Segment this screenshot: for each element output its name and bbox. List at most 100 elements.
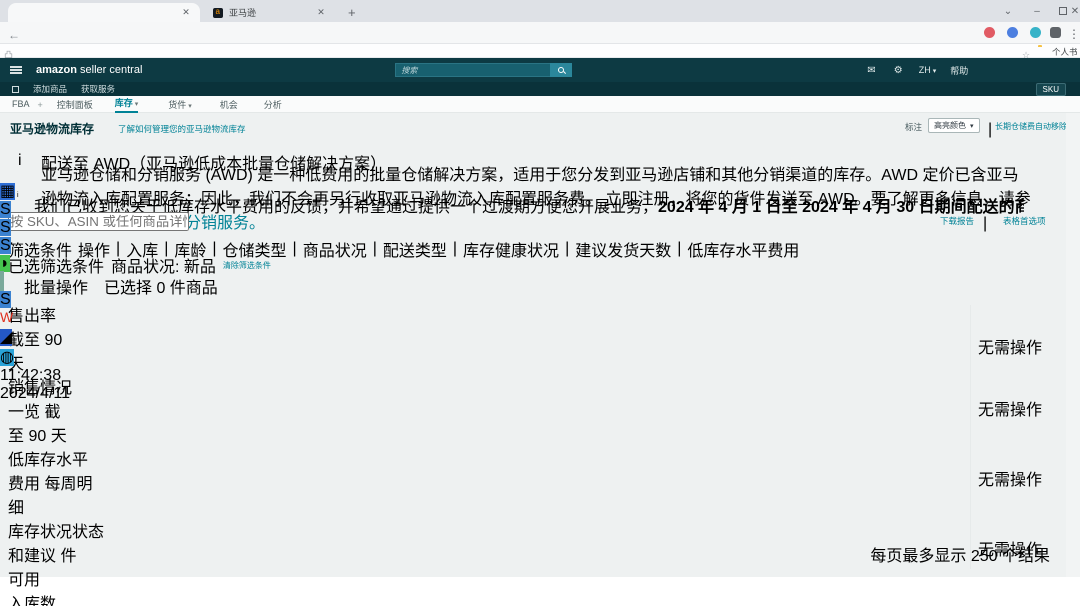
inventory-table: 批量操作 已选择 0 件商品 售出率 截至 90 天 销售情况一览 截至 90 … bbox=[8, 268, 1060, 570]
plus-icon bbox=[38, 95, 43, 113]
divider: | bbox=[293, 240, 297, 258]
pinned-app-remote[interactable]: ▦ bbox=[0, 181, 70, 201]
desktop-screen: 亚马逊 个人书签 amazon seller central ZH bbox=[0, 0, 1080, 606]
page-title: 亚马逊物流库存 bbox=[10, 120, 94, 137]
tab-close-icon[interactable] bbox=[180, 7, 192, 18]
table-scrollbar[interactable] bbox=[1044, 322, 1049, 390]
fee-feedback-banner: i 我们已收到您关于低库存水平费用的反馈，并希望通过提供一个过渡期方便您开展业务… bbox=[8, 189, 1060, 207]
page-scrollbar-thumb[interactable] bbox=[1069, 117, 1077, 367]
new-tab-button[interactable] bbox=[348, 4, 356, 22]
browser-tab-2[interactable]: 亚马逊 bbox=[205, 3, 335, 22]
filter-days-of-supply[interactable]: 建议发货天数 bbox=[575, 237, 671, 261]
pinned-app-notes[interactable]: ◢ bbox=[0, 327, 70, 347]
browser-titlebar: 亚马逊 bbox=[0, 0, 1080, 22]
help-link[interactable]: 帮助 bbox=[950, 64, 968, 77]
row-action-button[interactable]: 无需操作 bbox=[978, 396, 1042, 420]
page-scrollbar-track[interactable] bbox=[1066, 113, 1080, 577]
chevron-down-icon bbox=[931, 65, 936, 75]
col-health-status[interactable]: 库存状况状态和建议 件 bbox=[8, 518, 110, 566]
nav-fba[interactable]: FBA bbox=[12, 99, 30, 109]
amazon-favicon bbox=[213, 8, 223, 18]
divider: | bbox=[983, 215, 987, 233]
seller-central-header: amazon seller central ZH 帮助 bbox=[0, 58, 1080, 82]
taskbar-clock[interactable]: 11:42:38 2024/4/11 bbox=[0, 367, 70, 403]
browser-toolbar bbox=[0, 22, 1080, 44]
clock-date: 2024/4/11 bbox=[0, 385, 70, 403]
selected-items-dropdown[interactable]: 已选择 0 件商品 bbox=[104, 274, 218, 298]
filter-condition[interactable]: 商品状况 bbox=[303, 237, 367, 261]
filter-inventory-health[interactable]: 库存健康状况 bbox=[463, 237, 559, 261]
nav-dashboard[interactable]: 控制面板 bbox=[57, 98, 93, 111]
col-inbound[interactable]: 入库数量 bbox=[8, 590, 64, 606]
nav-opportunities[interactable]: 机会 bbox=[220, 98, 238, 111]
extension-icon-blue[interactable] bbox=[1007, 27, 1018, 38]
pinned-app-sunlogin-2[interactable]: S bbox=[0, 219, 70, 237]
screenshot-tool-icon bbox=[0, 271, 4, 292]
pinned-app-wps[interactable]: W bbox=[0, 309, 70, 327]
clock-time: 11:42:38 bbox=[0, 367, 70, 385]
filter-fulfillment-type[interactable]: 配送类型 bbox=[383, 237, 447, 261]
wechat-icon: ◗ bbox=[0, 255, 10, 272]
sku-badge[interactable]: SKU bbox=[1036, 83, 1066, 96]
header-search-input[interactable] bbox=[395, 63, 550, 77]
nav-analytics[interactable]: 分析 bbox=[264, 98, 282, 111]
settings-gear-icon[interactable] bbox=[894, 65, 903, 76]
pinned-app-screenshot[interactable] bbox=[0, 273, 70, 291]
browser-menu-icon[interactable] bbox=[1068, 25, 1080, 43]
pinned-app-sunlogin-4[interactable]: S bbox=[0, 291, 70, 309]
view-label: 标注 bbox=[905, 121, 922, 133]
divider: | bbox=[453, 240, 457, 258]
primary-nav: FBA 控制面板 库存 货件 机会 分析 bbox=[0, 96, 1080, 113]
col-available[interactable]: 可用 bbox=[8, 566, 58, 590]
pinned-app-sunlogin-1[interactable]: S bbox=[0, 201, 70, 219]
download-report-link[interactable]: 下载报告 bbox=[940, 215, 974, 227]
filter-low-inventory-fee[interactable]: 低库存水平费用 bbox=[687, 237, 799, 261]
subnav-add-products[interactable]: 添加商品 bbox=[33, 83, 67, 95]
info-icon: i bbox=[18, 152, 22, 170]
header-search bbox=[395, 63, 572, 77]
back-icon[interactable] bbox=[8, 26, 20, 44]
actions-column-divider bbox=[970, 305, 971, 569]
row-action-button[interactable]: 无需操作 bbox=[978, 466, 1042, 490]
tab-search-icon[interactable] bbox=[995, 0, 1021, 22]
header-search-button[interactable] bbox=[550, 63, 572, 77]
messages-icon[interactable] bbox=[867, 65, 875, 76]
learn-more-link[interactable]: 了解如何管理您的亚马逊物流库存 bbox=[118, 123, 246, 135]
page-content: 亚马逊物流库存 了解如何管理您的亚马逊物流库存 标注 高亮颜色 | 长期仓储费自… bbox=[0, 113, 1080, 577]
nav-inventory[interactable]: 库存 bbox=[115, 96, 138, 113]
wps-icon: W bbox=[0, 309, 13, 325]
divider: | bbox=[565, 240, 569, 258]
awd-info-banner: i 配送至 AWD（亚马逊低成本批量仓储解决方案） 亚马逊仓储和分销服务 (AW… bbox=[8, 145, 1060, 185]
window-close-button[interactable] bbox=[1062, 0, 1080, 22]
hamburger-menu-icon[interactable] bbox=[10, 66, 22, 74]
sunlogin-icon: S bbox=[0, 201, 11, 218]
extension-icon-red[interactable] bbox=[984, 27, 995, 38]
col-low-inventory-fee[interactable]: 低库存水平费用 每周明细 bbox=[8, 446, 96, 518]
remote-app-icon: ▦ bbox=[0, 183, 15, 200]
pinned-app-wechat[interactable]: ◗ bbox=[0, 255, 70, 273]
divider: | bbox=[677, 240, 681, 258]
batch-actions-row: 批量操作 已选择 0 件商品 bbox=[8, 268, 1060, 302]
tab-close-icon[interactable] bbox=[315, 7, 327, 18]
browser-tab-1[interactable] bbox=[8, 3, 200, 22]
extensions-puzzle-icon[interactable] bbox=[1050, 27, 1061, 38]
sunlogin-icon: S bbox=[0, 237, 11, 254]
row-action-button[interactable]: 无需操作 bbox=[978, 334, 1042, 358]
language-selector[interactable]: ZH bbox=[919, 65, 936, 75]
chevron-down-icon bbox=[133, 98, 138, 108]
extension-icon-teal[interactable] bbox=[1030, 27, 1041, 38]
results-per-page-dropdown[interactable]: 每页最多显示 250 个结果 bbox=[870, 542, 1050, 566]
window-minimize-button[interactable] bbox=[1024, 0, 1050, 22]
subnav-get-services[interactable]: 获取服务 bbox=[81, 83, 115, 95]
pinned-app-sunlogin-3[interactable]: S bbox=[0, 237, 70, 255]
apps-icon[interactable] bbox=[12, 86, 19, 93]
divider: | bbox=[988, 121, 992, 139]
notes-app-icon: ◢ bbox=[0, 329, 12, 346]
nav-shipments[interactable]: 货件 bbox=[168, 98, 191, 111]
table-preferences-link[interactable]: 表格首选项 bbox=[1003, 215, 1046, 227]
pinned-app-browser[interactable]: ◍ bbox=[0, 347, 70, 367]
sunlogin-icon: S bbox=[0, 291, 11, 308]
highlight-color-select[interactable]: 高亮颜色 bbox=[928, 118, 980, 133]
seller-central-subnav: 添加商品 获取服务 SKU bbox=[0, 82, 1080, 96]
seller-central-logo[interactable]: amazon seller central bbox=[36, 64, 142, 76]
